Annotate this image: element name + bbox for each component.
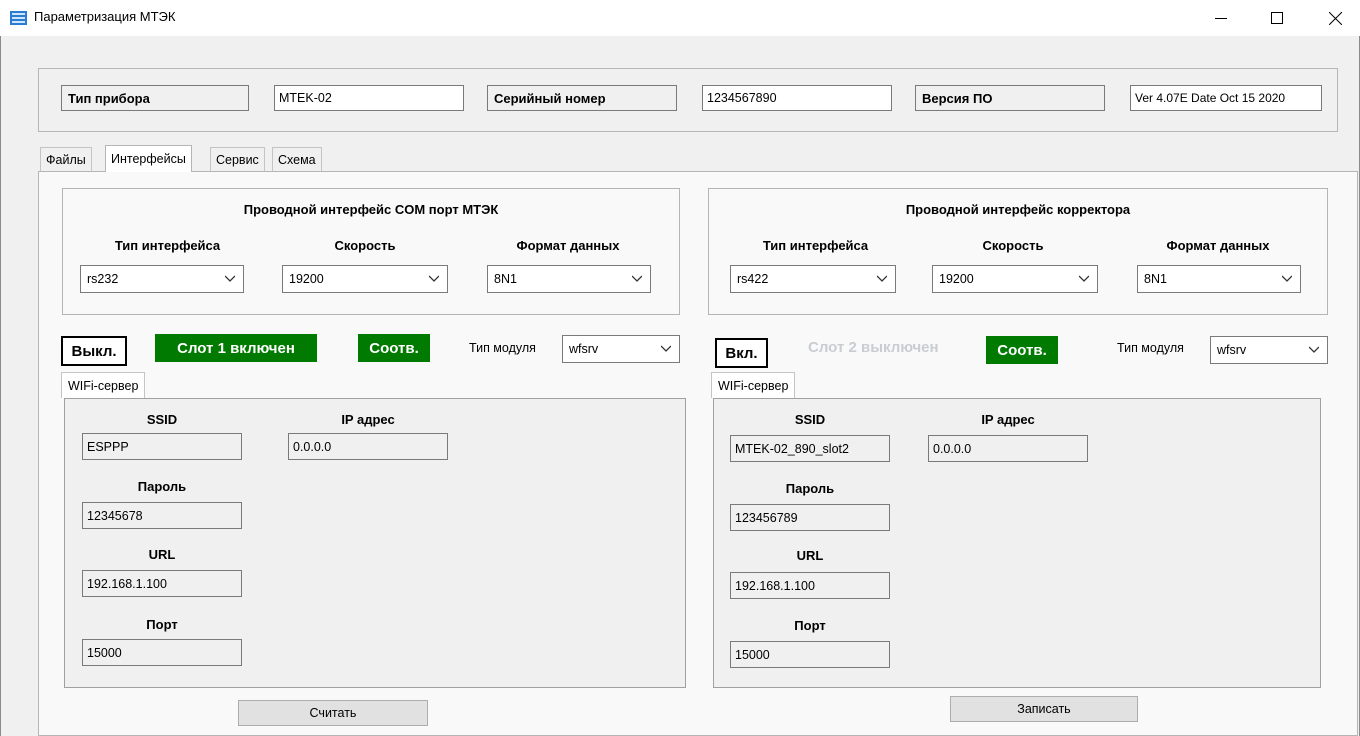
left-port-label: Порт	[146, 617, 178, 632]
left-iface-type-select[interactable]: rs232	[80, 265, 244, 293]
maximize-button[interactable]	[1254, 0, 1300, 36]
read-button[interactable]: Считать	[238, 700, 428, 726]
right-iface-type-value: rs422	[737, 272, 769, 286]
chevron-down-icon	[1309, 346, 1319, 353]
tab-service[interactable]: Сервис	[210, 147, 265, 171]
minimize-button[interactable]	[1198, 0, 1244, 36]
chevron-down-icon	[661, 345, 671, 352]
chevron-down-icon	[877, 275, 887, 282]
right-speed-select[interactable]: 19200	[932, 265, 1098, 293]
right-toggle-button[interactable]: Вкл.	[715, 338, 768, 368]
close-button[interactable]	[1312, 0, 1358, 36]
right-port-label: Порт	[794, 618, 826, 633]
right-format-value: 8N1	[1144, 272, 1167, 286]
right-ssid-label: SSID	[794, 412, 826, 427]
right-ip-label: IP адрес	[981, 412, 1035, 427]
left-ip-field[interactable]: 0.0.0.0	[288, 433, 448, 460]
maximize-icon	[1271, 12, 1283, 24]
firmware-version-field[interactable]: Ver 4.07E Date Oct 15 2020	[1130, 85, 1322, 111]
right-iface-type-label: Тип интерфейса	[762, 238, 869, 253]
chevron-down-icon	[1282, 275, 1292, 282]
chevron-down-icon	[225, 275, 235, 282]
tab-scheme[interactable]: Схема	[272, 147, 322, 171]
right-module-type-value: wfsrv	[1217, 343, 1247, 357]
title-bar: Параметризация МТЭК	[0, 0, 1360, 36]
right-ip-field[interactable]: 0.0.0.0	[928, 435, 1088, 462]
left-url-field[interactable]: 192.168.1.100	[82, 570, 242, 597]
left-module-type-value: wfsrv	[569, 342, 599, 356]
device-type-label: Тип прибора	[61, 85, 249, 111]
right-module-type-select[interactable]: wfsrv	[1210, 336, 1328, 364]
left-speed-select[interactable]: 19200	[282, 265, 448, 293]
left-module-type-label: Тип модуля	[469, 341, 536, 355]
serial-number-label: Серийный номер	[487, 85, 677, 111]
left-ssid-field[interactable]: ESPPP	[82, 433, 242, 460]
close-icon	[1328, 11, 1342, 25]
device-type-field[interactable]: MTEK-02	[274, 85, 464, 111]
minimize-icon	[1215, 18, 1227, 19]
left-format-label: Формат данных	[516, 238, 620, 253]
left-match-status: Соотв.	[358, 334, 430, 362]
right-url-label: URL	[796, 548, 824, 563]
left-ip-label: IP адрес	[341, 412, 395, 427]
tab-interfaces[interactable]: Интерфейсы	[105, 145, 192, 172]
chevron-down-icon	[429, 275, 439, 282]
right-format-select[interactable]: 8N1	[1137, 265, 1301, 293]
right-iface-type-select[interactable]: rs422	[730, 265, 896, 293]
left-url-label: URL	[148, 547, 176, 562]
right-ssid-field[interactable]: MTEK-02_890_slot2	[730, 435, 890, 462]
right-group-title: Проводной интерфейс корректора	[905, 202, 1131, 217]
serial-number-field[interactable]: 1234567890	[702, 85, 892, 111]
right-password-label: Пароль	[785, 481, 835, 496]
slot2-status: Слот 2 выключен	[808, 339, 939, 356]
left-ssid-label: SSID	[146, 412, 178, 427]
right-port-field[interactable]: 15000	[730, 641, 890, 668]
left-iface-type-value: rs232	[87, 272, 119, 286]
write-button[interactable]: Записать	[950, 696, 1138, 722]
left-speed-label: Скорость	[334, 238, 396, 253]
firmware-version-label: Версия ПО	[915, 85, 1105, 111]
slot1-status: Слот 1 включен	[155, 334, 317, 362]
right-format-label: Формат данных	[1166, 238, 1270, 253]
left-format-value: 8N1	[494, 272, 517, 286]
left-port-field[interactable]: 15000	[82, 639, 242, 666]
tab-files[interactable]: Файлы	[40, 147, 92, 171]
left-speed-value: 19200	[289, 272, 324, 286]
right-url-field[interactable]: 192.168.1.100	[730, 572, 890, 599]
chevron-down-icon	[1079, 275, 1089, 282]
left-iface-type-label: Тип интерфейса	[114, 238, 221, 253]
right-speed-value: 19200	[939, 272, 974, 286]
left-wifi-server-tab[interactable]: WIFi-сервер	[61, 372, 146, 398]
chevron-down-icon	[632, 275, 642, 282]
left-password-label: Пароль	[137, 479, 187, 494]
right-speed-label: Скорость	[982, 238, 1044, 253]
window-title: Параметризация МТЭК	[34, 9, 176, 24]
left-toggle-button[interactable]: Выкл.	[61, 336, 127, 366]
left-format-select[interactable]: 8N1	[487, 265, 651, 293]
right-wifi-server-tab[interactable]: WIFi-сервер	[711, 372, 796, 398]
left-group-title: Проводной интерфейс COM порт МТЭК	[243, 202, 499, 217]
left-module-type-select[interactable]: wfsrv	[562, 335, 680, 363]
right-password-field[interactable]: 123456789	[730, 504, 890, 531]
app-icon	[10, 11, 27, 25]
right-match-status: Соотв.	[986, 336, 1058, 364]
right-module-type-label: Тип модуля	[1117, 341, 1184, 355]
left-password-field[interactable]: 12345678	[82, 502, 242, 529]
